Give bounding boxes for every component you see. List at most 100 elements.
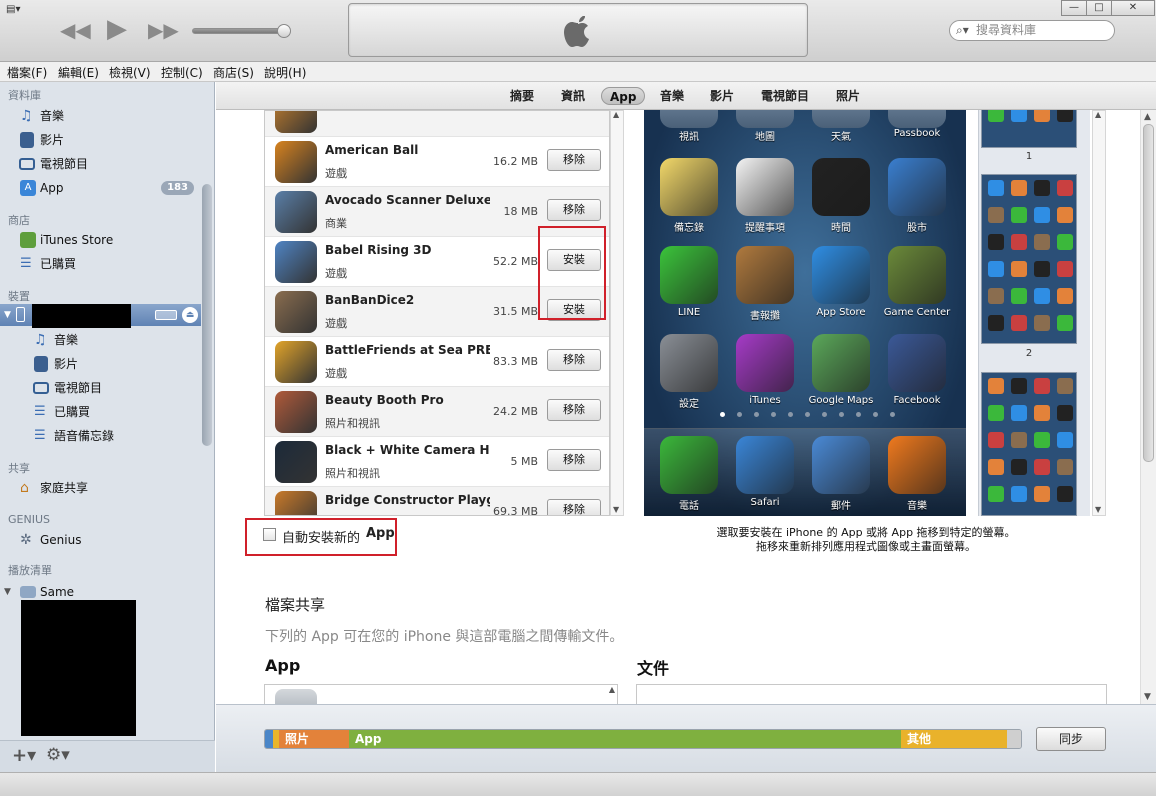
remove-button[interactable]: 移除 — [547, 449, 601, 471]
scroll-down-arrow-icon[interactable]: ▼ — [613, 505, 619, 514]
home-screens-scrollbar[interactable]: ▲ ▼ — [1092, 110, 1106, 516]
tab-summary[interactable]: 摘要 — [502, 87, 542, 105]
device-item-music[interactable]: ♫ 音樂 — [0, 329, 200, 351]
phone-app-icon[interactable] — [888, 246, 946, 304]
sidebar-item-itunes-store[interactable]: iTunes Store — [0, 229, 200, 251]
main-scrollbar[interactable]: ▲ ▼ — [1140, 110, 1156, 704]
tab-info[interactable]: 資訊 — [553, 87, 593, 105]
sidebar-item-app[interactable]: A App 183 — [0, 177, 200, 199]
next-track-icon[interactable]: ▶▶ — [148, 18, 179, 42]
menu-toggle-icon[interactable]: ▤▾ — [6, 4, 30, 16]
phone-app-icon[interactable] — [736, 110, 794, 128]
tab-music[interactable]: 音樂 — [652, 87, 692, 105]
sidebar-item-home-sharing[interactable]: ⌂ 家庭共享 — [0, 477, 200, 499]
tab-app[interactable]: App — [601, 87, 646, 105]
app-list-scrollbar[interactable]: ▲ ▼ — [610, 110, 624, 516]
home-screen-thumbnail[interactable] — [981, 110, 1077, 148]
search-input[interactable]: ⌕▾ 搜尋資料庫 — [949, 20, 1115, 41]
volume-slider[interactable] — [192, 24, 291, 38]
play-icon[interactable]: ▶ — [107, 14, 127, 44]
add-playlist-icon[interactable]: +▾ — [12, 745, 36, 766]
thumbnail-app-icon — [1057, 432, 1073, 448]
remove-button[interactable]: 移除 — [547, 499, 601, 515]
remove-button[interactable]: 移除 — [547, 349, 601, 371]
tab-tv-shows[interactable]: 電視節目 — [753, 87, 817, 105]
file-sharing-documents-list[interactable] — [636, 684, 1107, 704]
file-sharing-app-list[interactable]: ▲ — [264, 684, 618, 704]
app-row[interactable]: American Ball 遊戲 16.2 MB 移除 — [265, 137, 609, 187]
maximize-button[interactable]: □ — [1086, 0, 1112, 16]
device-item-tv[interactable]: 電視節目 — [0, 377, 200, 399]
menu-controls[interactable]: 控制(C) — [161, 64, 203, 81]
remove-button[interactable]: 移除 — [547, 199, 601, 221]
scroll-up-arrow-icon[interactable]: ▲ — [613, 110, 619, 119]
dock-app-icon[interactable] — [736, 436, 794, 494]
phone-app-icon[interactable] — [888, 110, 946, 128]
phone-app-icon[interactable] — [888, 334, 946, 392]
app-size: 83.3 MB — [492, 355, 538, 368]
home-screen-thumbnail[interactable] — [981, 174, 1077, 344]
sidebar-item-tv[interactable]: 電視節目 — [0, 153, 200, 175]
phone-app-icon[interactable] — [660, 110, 718, 128]
phone-app-icon[interactable] — [736, 158, 794, 216]
phone-app-icon[interactable] — [660, 246, 718, 304]
close-button[interactable]: ✕ — [1111, 0, 1155, 16]
sidebar-item-music[interactable]: ♫ 音樂 — [0, 105, 200, 127]
device-item-purchased[interactable]: ☰ 已購買 — [0, 401, 200, 423]
phone-app-icon[interactable] — [736, 334, 794, 392]
phone-app-icon[interactable] — [812, 246, 870, 304]
phone-app-icon[interactable] — [736, 246, 794, 304]
menu-store[interactable]: 商店(S) — [213, 64, 254, 81]
app-row[interactable]: Black + White Camera HD 照片和視訊 5 MB 移除 — [265, 437, 609, 487]
phone-app-icon[interactable] — [812, 110, 870, 128]
app-row[interactable]: BattleFriends at Sea PREM... 遊戲 83.3 MB 移除 — [265, 337, 609, 387]
phone-app-icon[interactable] — [660, 158, 718, 216]
sidebar-item-iphone[interactable]: ▼ ⏏ — [0, 304, 201, 328]
home-screen-thumbnail[interactable] — [981, 372, 1077, 516]
phone-app-label: Facebook — [893, 395, 941, 406]
eject-icon[interactable]: ⏏ — [182, 307, 198, 323]
volume-knob[interactable] — [277, 24, 291, 38]
auto-install-checkbox[interactable] — [263, 528, 276, 541]
remove-button[interactable]: 移除 — [547, 149, 601, 171]
dock-app-icon[interactable] — [812, 436, 870, 494]
menu-file[interactable]: 檔案(F) — [7, 64, 47, 81]
app-row[interactable]: Beauty Booth Pro 照片和視訊 24.2 MB 移除 — [265, 387, 609, 437]
scroll-up-arrow-icon[interactable]: ▲ — [1144, 112, 1151, 122]
gear-icon[interactable]: ⚙▾ — [46, 745, 70, 765]
menu-help[interactable]: 說明(H) — [264, 64, 306, 81]
phone-app-icon[interactable] — [812, 334, 870, 392]
home-screen-thumbnails[interactable]: 12 — [978, 110, 1090, 516]
sync-button[interactable]: 同步 — [1036, 727, 1106, 751]
thumbnail-app-icon — [1057, 180, 1073, 196]
sidebar-item-genius[interactable]: ✲ Genius — [0, 529, 200, 551]
minimize-button[interactable]: — — [1061, 0, 1087, 16]
tab-movies[interactable]: 影片 — [702, 87, 742, 105]
disclosure-triangle-icon[interactable]: ▼ — [4, 584, 20, 600]
scroll-up-arrow-icon[interactable]: ▲ — [609, 685, 615, 694]
sidebar-item-purchased[interactable]: ☰ 已購買 — [0, 253, 200, 275]
app-category: 遊戲 — [325, 515, 347, 516]
remove-button[interactable]: 移除 — [547, 399, 601, 421]
menu-view[interactable]: 檢視(V) — [109, 64, 151, 81]
iphone-home-screen-preview[interactable]: 視訊 地圖 天氣 Passbook 備忘錄 提醒事項 時間 股市 LINE 書報攤 App Stor… — [644, 110, 966, 516]
scroll-up-arrow-icon[interactable]: ▲ — [1095, 110, 1101, 119]
menu-edit[interactable]: 編輯(E) — [58, 64, 99, 81]
sidebar-scrollbar[interactable] — [201, 180, 213, 800]
tab-photos[interactable]: 照片 — [828, 87, 868, 105]
device-item-movies[interactable]: 影片 — [0, 353, 200, 375]
app-row[interactable]: 娛樂 — [265, 111, 609, 137]
sidebar-scroll-thumb[interactable] — [202, 184, 212, 446]
phone-app-icon[interactable] — [888, 158, 946, 216]
app-row[interactable]: Bridge Constructor Playgr... 遊戲 69.3 MB 移除 — [265, 487, 609, 516]
sidebar-item-movies[interactable]: 影片 — [0, 129, 200, 151]
device-item-voice-memos[interactable]: ☰ 語音備忘錄 — [0, 425, 200, 447]
dock-app-icon[interactable] — [660, 436, 718, 494]
phone-app-icon[interactable] — [812, 158, 870, 216]
scroll-down-arrow-icon[interactable]: ▼ — [1144, 692, 1151, 702]
previous-track-icon[interactable]: ◀◀ — [60, 18, 91, 42]
phone-app-icon[interactable] — [660, 334, 718, 392]
main-scroll-thumb[interactable] — [1143, 124, 1154, 462]
dock-app-icon[interactable] — [888, 436, 946, 494]
scroll-down-arrow-icon[interactable]: ▼ — [1095, 505, 1101, 514]
